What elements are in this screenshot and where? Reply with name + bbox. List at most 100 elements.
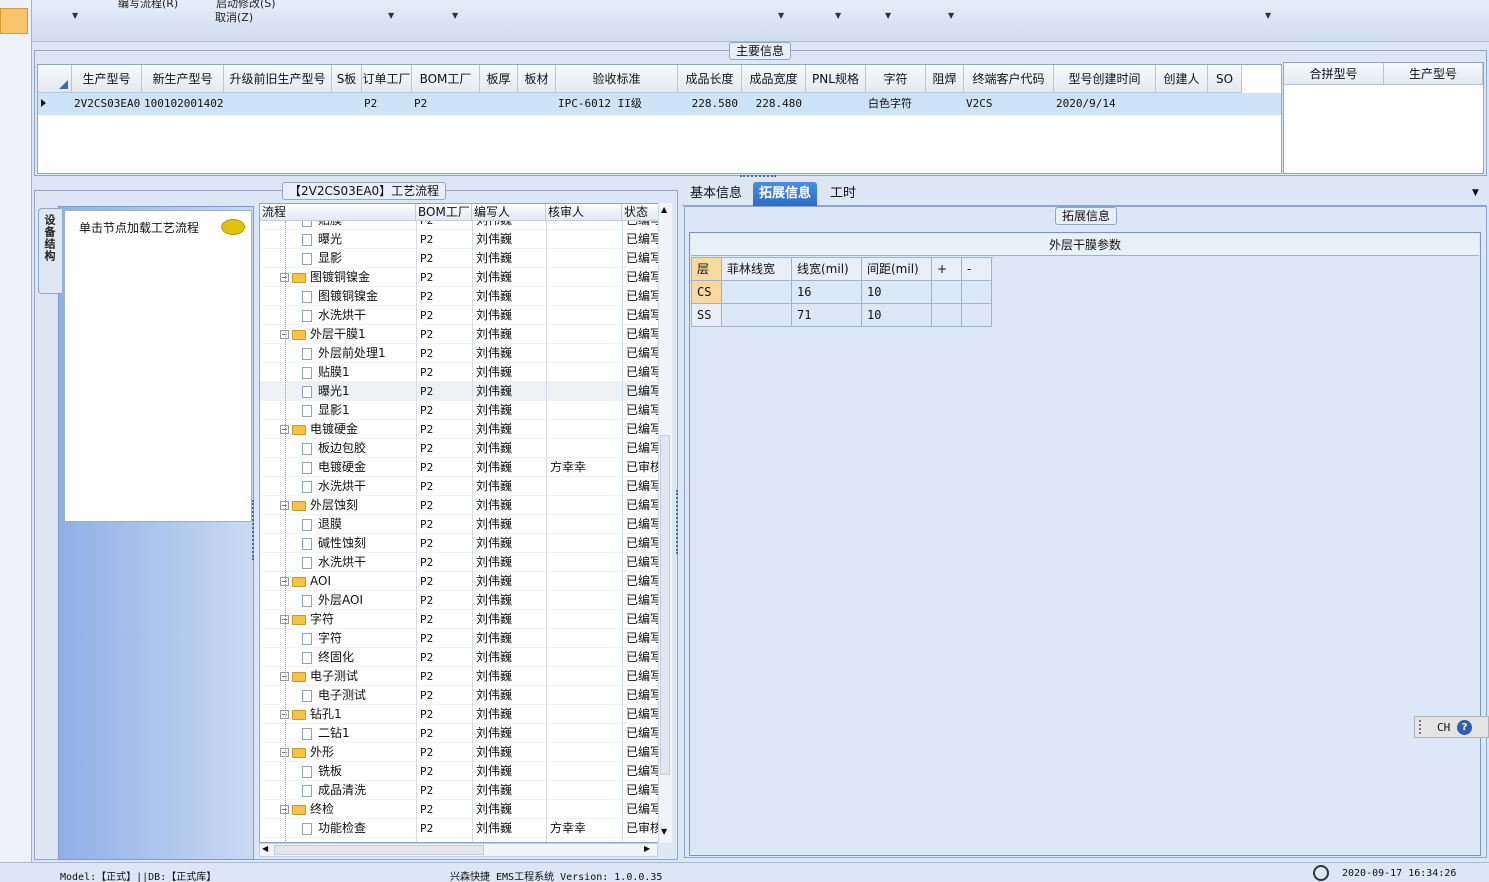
tree-row[interactable]: 板边包胶 P2 刘伟巍 已编写 (260, 439, 660, 458)
param-cell[interactable]: CS (692, 281, 722, 304)
main-col-header[interactable]: 验收标准 (556, 65, 678, 93)
main-cell[interactable]: 白色字符 (866, 93, 926, 115)
menu-write-process[interactable]: 编写流程(R) (118, 0, 178, 11)
col-header-writer[interactable]: 编写人 (472, 204, 546, 221)
dropdown-arrow-icon[interactable]: ▼ (885, 11, 891, 20)
main-col-header[interactable]: 型号创建时间 (1054, 65, 1156, 93)
tab-dropdown-icon[interactable]: ▼ (1472, 188, 1479, 198)
scroll-up-icon[interactable]: ▲ (661, 205, 667, 214)
tree-row[interactable]: 铣板 P2 刘伟巍 已编写 (260, 762, 660, 781)
tree-node[interactable]: − 电镀硬金 (280, 420, 416, 439)
param-col-header[interactable]: - (962, 258, 992, 281)
tree-node[interactable]: 曝光 (302, 230, 416, 249)
col-header-reviewer[interactable]: 核审人 (546, 204, 622, 221)
dropdown-arrow-icon[interactable]: ▼ (388, 11, 394, 20)
tree-row[interactable]: 水洗烘干 P2 刘伟巍 已编写 (260, 477, 660, 496)
tree-row[interactable]: 显影 P2 刘伟巍 已编写 (260, 249, 660, 268)
dropdown-arrow-icon[interactable]: ▼ (72, 11, 78, 20)
main-cell[interactable] (518, 93, 556, 115)
merge-col-header[interactable]: 生产型号 (1384, 63, 1483, 85)
param-cell[interactable] (722, 281, 792, 304)
tree-node[interactable]: 显影 (302, 249, 416, 268)
main-cell[interactable]: P2 (412, 93, 480, 115)
tree-node[interactable]: − 字符 (280, 610, 416, 629)
tree-row[interactable]: 成品清洗 P2 刘伟巍 已编写 (260, 781, 660, 800)
tree-row[interactable]: 电子测试 P2 刘伟巍 已编写 (260, 686, 660, 705)
main-cell[interactable] (480, 93, 518, 115)
tree-row[interactable]: − 钻孔1 P2 刘伟巍 已编写 (260, 705, 660, 724)
tree-row[interactable]: 外层AOI P2 刘伟巍 已编写 (260, 591, 660, 610)
splitter-grip[interactable] (252, 500, 258, 560)
dropdown-arrow-icon[interactable]: ▼ (778, 11, 784, 20)
tree-node[interactable]: 外层前处理1 (302, 344, 416, 363)
table-row[interactable]: 2V2CS03EA010010200140274 P2P2 IPC-6012 II级… (38, 93, 1281, 115)
dropdown-arrow-icon[interactable]: ▼ (948, 11, 954, 20)
tree-node[interactable]: 碱性蚀刻 (302, 534, 416, 553)
param-col-header[interactable]: 间距(mil) (862, 258, 932, 281)
tree-row[interactable]: − 终检 P2 刘伟巍 已编写 (260, 800, 660, 819)
param-cell[interactable]: SS (692, 304, 722, 327)
param-cell[interactable] (932, 304, 962, 327)
main-cell[interactable] (224, 93, 332, 115)
tree-row[interactable]: 终固化 P2 刘伟巍 已编写 (260, 648, 660, 667)
col-header-status[interactable]: 状态 (622, 204, 662, 221)
main-col-header[interactable]: 创建人 (1156, 65, 1208, 93)
tree-row[interactable]: 贴膜1 P2 刘伟巍 已编写 (260, 363, 660, 382)
tree-node[interactable]: 贴膜 (302, 221, 416, 230)
col-header-bom-factory[interactable]: BOM工厂 (416, 204, 472, 221)
param-cell[interactable]: 10 (862, 281, 932, 304)
main-col-header[interactable]: 升级前旧生产型号 (224, 65, 332, 93)
main-cell[interactable]: 228.480 (742, 93, 806, 115)
dropdown-arrow-icon[interactable]: ▼ (452, 11, 458, 20)
tree-row[interactable]: 水洗烘干 P2 刘伟巍 已编写 (260, 306, 660, 325)
main-cell[interactable]: 2V2CS03EA0 (72, 93, 142, 115)
tree-node[interactable]: − 钻孔1 (280, 705, 416, 724)
param-cell[interactable] (962, 281, 992, 304)
main-cell[interactable]: V2CS (964, 93, 1054, 115)
scroll-right-icon[interactable]: ▶ (644, 844, 650, 853)
tree-node[interactable]: − 电子测试 (280, 667, 416, 686)
main-col-header[interactable]: SO (1208, 65, 1242, 93)
tree-node[interactable]: 水洗烘干 (302, 553, 416, 572)
tree-node[interactable]: 水洗烘干 (302, 477, 416, 496)
tree-row[interactable]: − AOI P2 刘伟巍 已编写 (260, 572, 660, 591)
tree-row[interactable]: − 字符 P2 刘伟巍 已编写 (260, 610, 660, 629)
tree-row[interactable]: 退膜 P2 刘伟巍 已编写 (260, 515, 660, 534)
help-icon[interactable]: ? (1457, 720, 1472, 735)
tree-node[interactable]: 贴膜1 (302, 363, 416, 382)
tree-row[interactable]: 曝光1 P2 刘伟巍 已编写 (260, 382, 660, 401)
dropdown-arrow-icon[interactable]: ▼ (1265, 11, 1271, 20)
main-cell[interactable] (1208, 93, 1242, 115)
tree-row[interactable]: 字符 P2 刘伟巍 已编写 (260, 629, 660, 648)
main-col-header[interactable]: PNL规格 (806, 65, 866, 93)
tree-node[interactable]: 终固化 (302, 648, 416, 667)
param-col-header[interactable]: 菲林线宽 (722, 258, 792, 281)
tree-row[interactable]: 图镀铜镍金 P2 刘伟巍 已编写 (260, 287, 660, 306)
param-col-header[interactable]: 线宽(mil) (792, 258, 862, 281)
tree-node[interactable]: 电镀硬金 (302, 458, 416, 477)
param-col-header[interactable]: + (932, 258, 962, 281)
main-col-header[interactable]: 板材 (518, 65, 556, 93)
main-cell[interactable] (1156, 93, 1208, 115)
tab-basic-info[interactable]: 基本信息 (684, 182, 748, 206)
col-header-process[interactable]: 流程 (260, 204, 416, 221)
main-col-header[interactable]: 终端客户代码 (964, 65, 1054, 93)
scroll-down-icon[interactable]: ▼ (661, 827, 667, 836)
tree-row[interactable]: − 外形 P2 刘伟巍 已编写 (260, 743, 660, 762)
main-col-header[interactable]: 生产型号 (72, 65, 142, 93)
scroll-thumb[interactable] (274, 845, 484, 855)
tree-node[interactable]: 曝光1 (302, 382, 416, 401)
main-col-header[interactable]: 新生产型号 (142, 65, 224, 93)
tree-node[interactable]: − AOI (280, 572, 416, 591)
tree-row[interactable]: − 外层干膜1 P2 刘伟巍 已编写 (260, 325, 660, 344)
menu-cancel[interactable]: 取消(Z) (215, 9, 253, 25)
main-col-header[interactable]: 成品长度 (678, 65, 742, 93)
main-col-header[interactable]: 订单工厂 (362, 65, 412, 93)
tree-row[interactable]: 显影1 P2 刘伟巍 已编写 (260, 401, 660, 420)
param-cell[interactable] (962, 304, 992, 327)
main-col-header[interactable]: BOM工厂 (412, 65, 480, 93)
tree-row[interactable]: − 图镀铜镍金 P2 刘伟巍 已编写 (260, 268, 660, 287)
tree-row[interactable]: 碱性蚀刻 P2 刘伟巍 已编写 (260, 534, 660, 553)
main-cell[interactable] (332, 93, 362, 115)
tree-row[interactable]: − 电镀硬金 P2 刘伟巍 已编写 (260, 420, 660, 439)
